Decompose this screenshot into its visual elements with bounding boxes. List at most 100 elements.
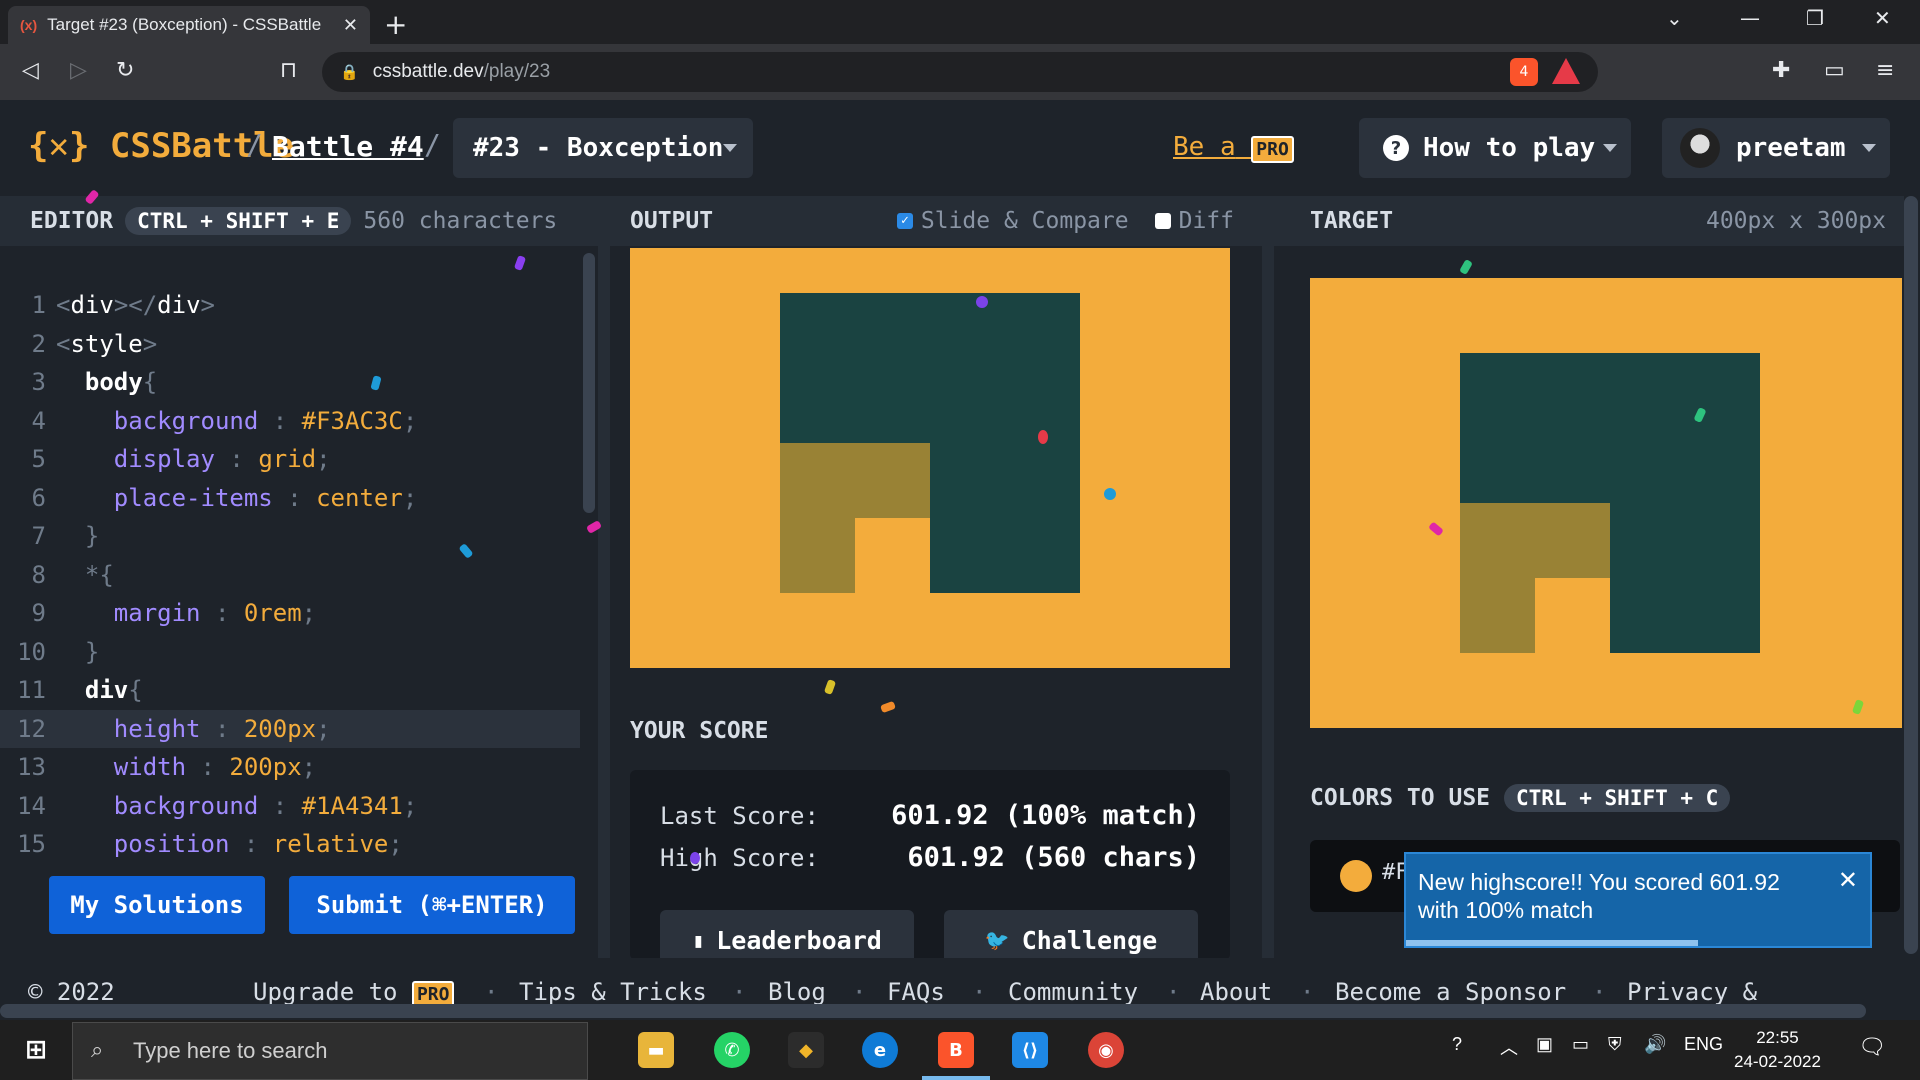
panel-divider[interactable] [598,196,610,958]
battle-link[interactable]: Battle #4 [272,130,424,163]
diff-toggle[interactable]: Diff [1154,208,1234,234]
code-line[interactable]: 1 <div></div> [0,286,580,325]
code-line[interactable]: 6 place-items : center; [0,479,580,518]
line-number: 14 [17,791,46,820]
code-line[interactable]: 12 height : 200px; [0,709,580,748]
code-token: style [70,329,143,358]
how-to-play-button[interactable]: ? How to play [1359,118,1631,178]
code-token: : [186,753,230,781]
app-icon[interactable]: ◆ [788,1032,824,1068]
footer-link-about[interactable]: About [1200,978,1272,1006]
user-menu[interactable]: preetam [1662,118,1890,178]
restore-icon[interactable]: ❐ [1806,6,1824,30]
code-token: ; [402,791,418,820]
notification-icon[interactable]: 🗨 [1858,1034,1886,1060]
code-token: { [128,676,143,704]
close-window-icon[interactable]: ✕ [1874,6,1891,30]
footer-copyright: © 2022 [28,978,115,1006]
code-line[interactable]: 2 <style> [0,325,580,364]
taskbar-clock[interactable]: 22:55 24-02-2022 [1734,1026,1821,1074]
battery-icon[interactable]: ▭ [1572,1034,1589,1055]
code-token: body [56,368,143,396]
diff-checkbox[interactable] [1154,213,1171,229]
code-line[interactable]: 15 position : relative; [0,825,580,864]
color-swatch[interactable] [1340,860,1372,892]
code-line[interactable]: 10 } [0,633,580,672]
tab-close-icon[interactable]: ✕ [343,15,358,36]
vscode-icon[interactable]: ⟨⟩ [1012,1032,1048,1068]
back-icon[interactable]: ◁ [22,58,39,83]
browser-tab[interactable]: (x) Target #23 (Boxception) - CSSBattle … [8,6,370,44]
chevron-up-icon[interactable]: ︿ [1500,1034,1518,1060]
target-image[interactable] [1310,278,1902,728]
panel-divider[interactable] [1262,196,1274,958]
code-editor[interactable]: 1 <div></div> 2 <style> 3 body{4 background … [0,246,600,858]
score-box: Last Score: 601.92 (100% match) High Sco… [630,770,1230,970]
code-token: ; [301,599,317,627]
code-line[interactable]: 13 width : 200px; [0,748,580,787]
be-a-pro-link[interactable]: Be a PRO [1173,132,1294,163]
horizontal-scrollbar[interactable] [0,1004,1866,1018]
slide-compare-checkbox[interactable]: ✓ [896,213,913,229]
chevron-down-icon [723,144,737,152]
output-preview[interactable] [630,248,1230,668]
submit-button[interactable]: Submit (⌘+ENTER) [289,876,575,934]
code-line[interactable]: 4 background : #F3AC3C; [0,402,580,441]
whatsapp-icon[interactable]: ✆ [714,1032,750,1068]
lock-icon: 🔒 [340,64,359,81]
line-content: display : grid; [56,440,331,479]
reload-icon[interactable]: ↻ [116,58,134,83]
edge-icon[interactable]: e [862,1032,898,1068]
footer-link-faqs[interactable]: FAQs [887,978,945,1006]
forward-icon[interactable]: ▷ [70,58,87,83]
code-line[interactable]: 11 div{ [0,671,580,710]
file-explorer-icon[interactable]: ▬ [638,1032,674,1068]
code-line[interactable]: 5 display : grid; [0,440,580,479]
menu-icon[interactable]: ≡ [1876,58,1894,83]
colors-shortcut: CTRL + SHIFT + C [1504,784,1731,812]
code-line[interactable]: 3 body{ [0,363,580,402]
brave-shields-icon[interactable]: 4 [1510,58,1538,86]
chrome-icon[interactable]: ◉ [1088,1032,1124,1068]
target-select[interactable]: #23 - Boxception [453,118,753,178]
minimize-icon[interactable]: — [1740,6,1760,30]
line-number: 2 [31,329,46,358]
last-score-value: 601.92 (100% match) [891,800,1200,831]
code-token: : [200,599,244,627]
search-icon: ⌕ [91,1037,104,1062]
bookmark-icon[interactable]: ⊓ [280,58,297,83]
page-scrollbar[interactable] [1904,196,1918,954]
output-title: OUTPUT [630,208,714,234]
taskbar-search[interactable]: ⌕ Type here to search [72,1022,588,1080]
footer-link-blog[interactable]: Blog [768,978,826,1006]
footer-link-privacy[interactable]: Privacy & [1627,978,1757,1006]
help-tray-icon[interactable]: ? [1452,1034,1462,1055]
language-indicator[interactable]: ENG [1684,1034,1723,1055]
brave-icon[interactable]: B [938,1032,974,1068]
extensions-icon[interactable]: ✚ [1772,58,1790,83]
code-line[interactable]: 14 background : #1A4341; [0,787,580,826]
target-title: TARGET [1310,208,1394,234]
code-line[interactable]: 7 } [0,517,580,556]
network-icon[interactable]: ▣ [1536,1034,1553,1055]
footer-link-tips[interactable]: Tips & Tricks [519,978,707,1006]
windows-start-icon[interactable]: ⊞ [18,1032,54,1068]
chevron-down-icon [1603,144,1617,152]
toast-close-icon[interactable]: ✕ [1838,866,1858,894]
code-lines[interactable]: 1 <div></div> 2 <style> 3 body{4 background … [0,286,580,864]
volume-icon[interactable]: 🔊 [1644,1034,1666,1055]
code-line[interactable]: 8 *{ [0,556,580,595]
footer-link-sponsor[interactable]: Become a Sponsor [1335,978,1566,1006]
new-tab-button[interactable]: + [384,8,407,41]
editor-scrollbar[interactable] [583,253,595,513]
security-icon[interactable]: ⛨ [1608,1034,1622,1055]
my-solutions-button[interactable]: My Solutions [49,876,265,934]
wallet-icon[interactable]: ▭ [1824,58,1845,83]
target-select-label: #23 - Boxception [473,133,724,163]
slide-compare-toggle[interactable]: ✓ Slide & Compare [896,208,1129,234]
footer-link-community[interactable]: Community [1008,978,1138,1006]
code-line[interactable]: 9 margin : 0rem; [0,594,580,633]
address-bar[interactable]: 🔒 cssbattle.dev/play/23 4 [322,52,1598,92]
tab-search-chevron-icon[interactable]: ⌄ [1666,6,1683,30]
brave-rewards-icon[interactable] [1552,58,1580,84]
